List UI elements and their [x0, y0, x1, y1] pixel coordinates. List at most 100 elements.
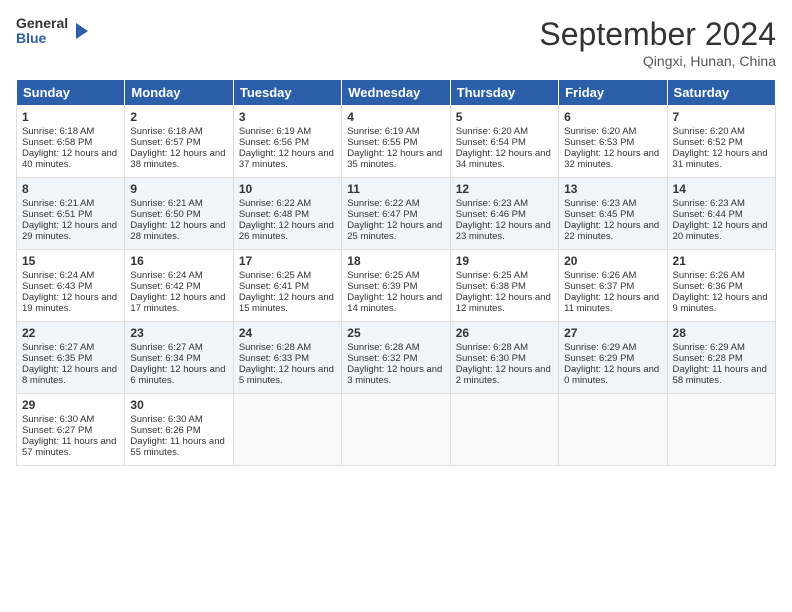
calendar-week-2: 8Sunrise: 6:21 AMSunset: 6:51 PMDaylight…: [17, 178, 776, 250]
calendar-cell: 23Sunrise: 6:27 AMSunset: 6:34 PMDayligh…: [125, 322, 233, 394]
calendar-cell: 13Sunrise: 6:23 AMSunset: 6:45 PMDayligh…: [559, 178, 667, 250]
sunrise: Sunrise: 6:25 AM: [347, 270, 419, 281]
sunrise: Sunrise: 6:19 AM: [239, 126, 311, 137]
calendar-cell: [559, 394, 667, 466]
sunrise: Sunrise: 6:20 AM: [673, 126, 745, 137]
calendar-cell: 26Sunrise: 6:28 AMSunset: 6:30 PMDayligh…: [450, 322, 558, 394]
sunrise: Sunrise: 6:30 AM: [130, 414, 202, 425]
col-wednesday: Wednesday: [342, 80, 450, 106]
sunrise: Sunrise: 6:19 AM: [347, 126, 419, 137]
sunset: Sunset: 6:34 PM: [130, 353, 200, 364]
calendar-cell: 30Sunrise: 6:30 AMSunset: 6:26 PMDayligh…: [125, 394, 233, 466]
calendar-cell: 29Sunrise: 6:30 AMSunset: 6:27 PMDayligh…: [17, 394, 125, 466]
calendar-cell: 3Sunrise: 6:19 AMSunset: 6:56 PMDaylight…: [233, 106, 341, 178]
logo-arrow-icon: [72, 21, 92, 41]
header-row: Sunday Monday Tuesday Wednesday Thursday…: [17, 80, 776, 106]
calendar-cell: 27Sunrise: 6:29 AMSunset: 6:29 PMDayligh…: [559, 322, 667, 394]
daylight: Daylight: 12 hours and 6 minutes.: [130, 364, 225, 386]
daylight: Daylight: 12 hours and 29 minutes.: [22, 220, 117, 242]
daylight: Daylight: 12 hours and 37 minutes.: [239, 148, 334, 170]
sunrise: Sunrise: 6:25 AM: [239, 270, 311, 281]
page: General Blue September 2024 Qingxi, Huna…: [0, 0, 792, 612]
sunrise: Sunrise: 6:28 AM: [456, 342, 528, 353]
col-thursday: Thursday: [450, 80, 558, 106]
day-number: 26: [456, 326, 553, 340]
sunrise: Sunrise: 6:24 AM: [130, 270, 202, 281]
calendar-cell: 14Sunrise: 6:23 AMSunset: 6:44 PMDayligh…: [667, 178, 775, 250]
calendar-cell: [450, 394, 558, 466]
day-number: 1: [22, 110, 119, 124]
daylight: Daylight: 12 hours and 26 minutes.: [239, 220, 334, 242]
sunset: Sunset: 6:50 PM: [130, 209, 200, 220]
sunrise: Sunrise: 6:20 AM: [564, 126, 636, 137]
col-friday: Friday: [559, 80, 667, 106]
calendar-week-1: 1Sunrise: 6:18 AMSunset: 6:58 PMDaylight…: [17, 106, 776, 178]
daylight: Daylight: 12 hours and 8 minutes.: [22, 364, 117, 386]
daylight: Daylight: 12 hours and 23 minutes.: [456, 220, 551, 242]
sunrise: Sunrise: 6:25 AM: [456, 270, 528, 281]
sunrise: Sunrise: 6:22 AM: [347, 198, 419, 209]
calendar-cell: 12Sunrise: 6:23 AMSunset: 6:46 PMDayligh…: [450, 178, 558, 250]
sunset: Sunset: 6:41 PM: [239, 281, 309, 292]
day-number: 29: [22, 398, 119, 412]
sunset: Sunset: 6:33 PM: [239, 353, 309, 364]
sunrise: Sunrise: 6:24 AM: [22, 270, 94, 281]
sunset: Sunset: 6:42 PM: [130, 281, 200, 292]
day-number: 6: [564, 110, 661, 124]
sunset: Sunset: 6:32 PM: [347, 353, 417, 364]
sunset: Sunset: 6:56 PM: [239, 137, 309, 148]
daylight: Daylight: 12 hours and 2 minutes.: [456, 364, 551, 386]
sunset: Sunset: 6:29 PM: [564, 353, 634, 364]
sunrise: Sunrise: 6:23 AM: [673, 198, 745, 209]
calendar-cell: [342, 394, 450, 466]
daylight: Daylight: 12 hours and 25 minutes.: [347, 220, 442, 242]
day-number: 10: [239, 182, 336, 196]
daylight: Daylight: 12 hours and 20 minutes.: [673, 220, 768, 242]
day-number: 23: [130, 326, 227, 340]
daylight: Daylight: 12 hours and 40 minutes.: [22, 148, 117, 170]
calendar-cell: 22Sunrise: 6:27 AMSunset: 6:35 PMDayligh…: [17, 322, 125, 394]
logo: General Blue: [16, 16, 92, 47]
daylight: Daylight: 12 hours and 17 minutes.: [130, 292, 225, 314]
calendar-cell: 21Sunrise: 6:26 AMSunset: 6:36 PMDayligh…: [667, 250, 775, 322]
sunset: Sunset: 6:26 PM: [130, 425, 200, 436]
sunrise: Sunrise: 6:21 AM: [22, 198, 94, 209]
sunrise: Sunrise: 6:21 AM: [130, 198, 202, 209]
calendar-table: Sunday Monday Tuesday Wednesday Thursday…: [16, 79, 776, 466]
daylight: Daylight: 12 hours and 22 minutes.: [564, 220, 659, 242]
title-block: September 2024 Qingxi, Hunan, China: [539, 16, 776, 69]
calendar-week-4: 22Sunrise: 6:27 AMSunset: 6:35 PMDayligh…: [17, 322, 776, 394]
sunrise: Sunrise: 6:28 AM: [347, 342, 419, 353]
day-number: 7: [673, 110, 770, 124]
calendar-cell: 15Sunrise: 6:24 AMSunset: 6:43 PMDayligh…: [17, 250, 125, 322]
day-number: 9: [130, 182, 227, 196]
calendar-cell: 19Sunrise: 6:25 AMSunset: 6:38 PMDayligh…: [450, 250, 558, 322]
calendar-cell: 20Sunrise: 6:26 AMSunset: 6:37 PMDayligh…: [559, 250, 667, 322]
daylight: Daylight: 12 hours and 9 minutes.: [673, 292, 768, 314]
daylight: Daylight: 12 hours and 32 minutes.: [564, 148, 659, 170]
sunrise: Sunrise: 6:20 AM: [456, 126, 528, 137]
sunrise: Sunrise: 6:27 AM: [22, 342, 94, 353]
sunset: Sunset: 6:46 PM: [456, 209, 526, 220]
calendar-cell: 24Sunrise: 6:28 AMSunset: 6:33 PMDayligh…: [233, 322, 341, 394]
day-number: 8: [22, 182, 119, 196]
day-number: 11: [347, 182, 444, 196]
sunset: Sunset: 6:43 PM: [22, 281, 92, 292]
sunrise: Sunrise: 6:29 AM: [564, 342, 636, 353]
sunset: Sunset: 6:58 PM: [22, 137, 92, 148]
calendar-cell: 18Sunrise: 6:25 AMSunset: 6:39 PMDayligh…: [342, 250, 450, 322]
sunset: Sunset: 6:53 PM: [564, 137, 634, 148]
sunrise: Sunrise: 6:18 AM: [130, 126, 202, 137]
calendar-cell: 7Sunrise: 6:20 AMSunset: 6:52 PMDaylight…: [667, 106, 775, 178]
calendar-cell: 8Sunrise: 6:21 AMSunset: 6:51 PMDaylight…: [17, 178, 125, 250]
day-number: 2: [130, 110, 227, 124]
sunrise: Sunrise: 6:30 AM: [22, 414, 94, 425]
daylight: Daylight: 12 hours and 28 minutes.: [130, 220, 225, 242]
daylight: Daylight: 12 hours and 11 minutes.: [564, 292, 659, 314]
day-number: 19: [456, 254, 553, 268]
daylight: Daylight: 12 hours and 15 minutes.: [239, 292, 334, 314]
sunset: Sunset: 6:37 PM: [564, 281, 634, 292]
col-tuesday: Tuesday: [233, 80, 341, 106]
day-number: 5: [456, 110, 553, 124]
calendar-cell: 16Sunrise: 6:24 AMSunset: 6:42 PMDayligh…: [125, 250, 233, 322]
